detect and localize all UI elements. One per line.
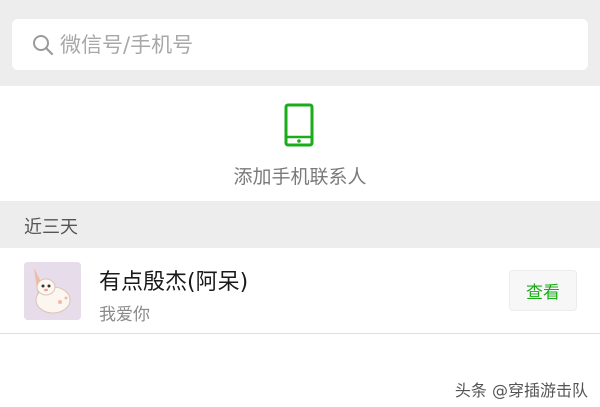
contact-name: 有点殷杰(阿呆): [99, 270, 249, 295]
section-header: 近三天: [0, 201, 600, 248]
watermark: 头条 @穿插游击队: [454, 381, 588, 400]
search-icon: [33, 34, 54, 55]
avatar-illustration: [24, 262, 81, 320]
section-title: 近三天: [24, 217, 78, 238]
avatar[interactable]: [24, 262, 81, 320]
contact-note: 我爱你: [99, 305, 150, 325]
add-phone-contact-button[interactable]: 添加手机联系人: [0, 86, 600, 201]
phone-icon: [284, 103, 314, 147]
search-box[interactable]: [12, 19, 588, 70]
add-phone-contact-label: 添加手机联系人: [233, 166, 367, 188]
contact-row[interactable]: 有点殷杰(阿呆) 我爱你 查看: [0, 248, 600, 334]
search-input[interactable]: [60, 32, 540, 57]
search-area: [0, 0, 600, 86]
view-button[interactable]: 查看: [509, 270, 577, 311]
